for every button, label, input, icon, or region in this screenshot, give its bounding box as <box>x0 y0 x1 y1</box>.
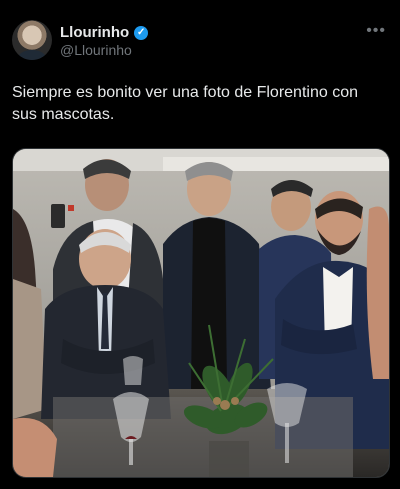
avatar[interactable] <box>12 20 52 60</box>
more-options-icon[interactable]: ••• <box>366 22 386 40</box>
author-name-row: Llourinho ✓ <box>60 24 149 41</box>
tweet-text: Siempre es bonito ver una foto de Floren… <box>12 84 358 123</box>
photo-illustration <box>13 149 389 477</box>
verified-badge-icon: ✓ <box>134 25 149 40</box>
tweet-header: Llourinho ✓ @Llourinho ••• <box>12 18 388 62</box>
author-handle[interactable]: @Llourinho <box>60 42 132 58</box>
author-display-name[interactable]: Llourinho <box>60 24 129 41</box>
tweet-photo[interactable] <box>12 148 390 478</box>
